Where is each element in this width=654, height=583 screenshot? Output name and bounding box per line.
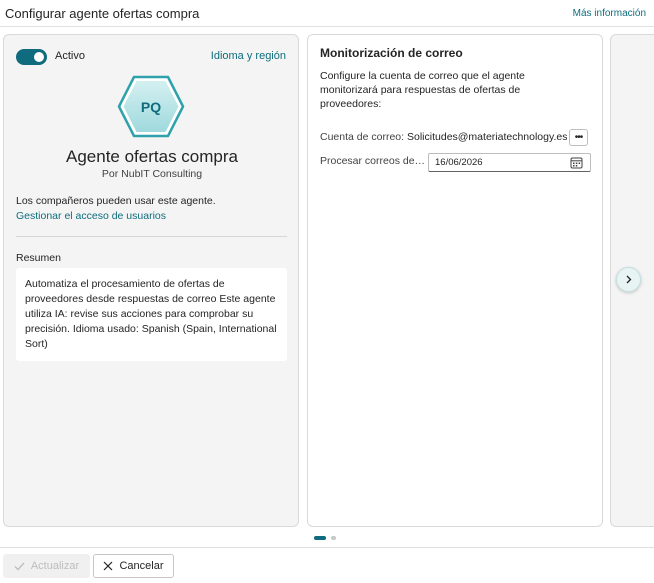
pager-dot-1[interactable] [314, 536, 326, 540]
section-description: Configure la cuenta de correo que el age… [320, 70, 525, 110]
language-region-link[interactable]: Idioma y región [211, 50, 286, 62]
process-from-label: Procesar correos desde [320, 155, 428, 167]
email-monitoring-card: Monitorización de correo Configure la cu… [307, 34, 603, 527]
checkmark-icon [14, 562, 25, 570]
agent-name: Agente ofertas compra [66, 147, 238, 166]
email-options-button[interactable]: ••• [569, 129, 588, 146]
email-account-value[interactable]: Solicitudes@materiatechnology.es [407, 131, 567, 143]
email-account-label: Cuenta de correo: [320, 131, 405, 143]
footer-divider [0, 547, 654, 548]
close-icon [104, 561, 113, 571]
update-button-label: Actualizar [30, 560, 80, 572]
next-page-button[interactable] [616, 267, 641, 292]
cancel-button[interactable]: Cancelar [93, 554, 174, 578]
chevron-right-icon [626, 275, 632, 284]
update-button[interactable]: Actualizar [3, 554, 90, 578]
more-icon: ••• [574, 132, 583, 143]
pager-dot-2[interactable] [331, 536, 336, 540]
agent-publisher: Por NubIT Consulting [101, 168, 203, 180]
active-toggle-label: Activo [55, 50, 85, 62]
calendar-icon[interactable] [570, 156, 583, 169]
section-title: Monitorización de correo [320, 46, 463, 60]
agent-card: Activo Idioma y región PQ Agente ofertas… [3, 34, 299, 527]
share-text: Los compañeros pueden usar este agente. [16, 195, 216, 207]
more-info-link[interactable]: Más información [573, 8, 646, 19]
manage-access-link[interactable]: Gestionar el acceso de usuarios [16, 210, 166, 222]
dialog-title: Configurar agente ofertas compra [5, 6, 200, 21]
summary-label: Resumen [16, 252, 61, 264]
cancel-button-label: Cancelar [119, 560, 164, 572]
process-from-date-input[interactable] [428, 153, 591, 172]
dialog-header: Configurar agente ofertas compra Más inf… [0, 0, 654, 27]
toggle-knob [34, 52, 44, 62]
divider [16, 236, 287, 237]
active-toggle[interactable] [16, 49, 47, 65]
avatar-initials: PQ [140, 98, 162, 115]
summary-text: Automatiza el procesamiento de ofertas d… [16, 268, 287, 361]
